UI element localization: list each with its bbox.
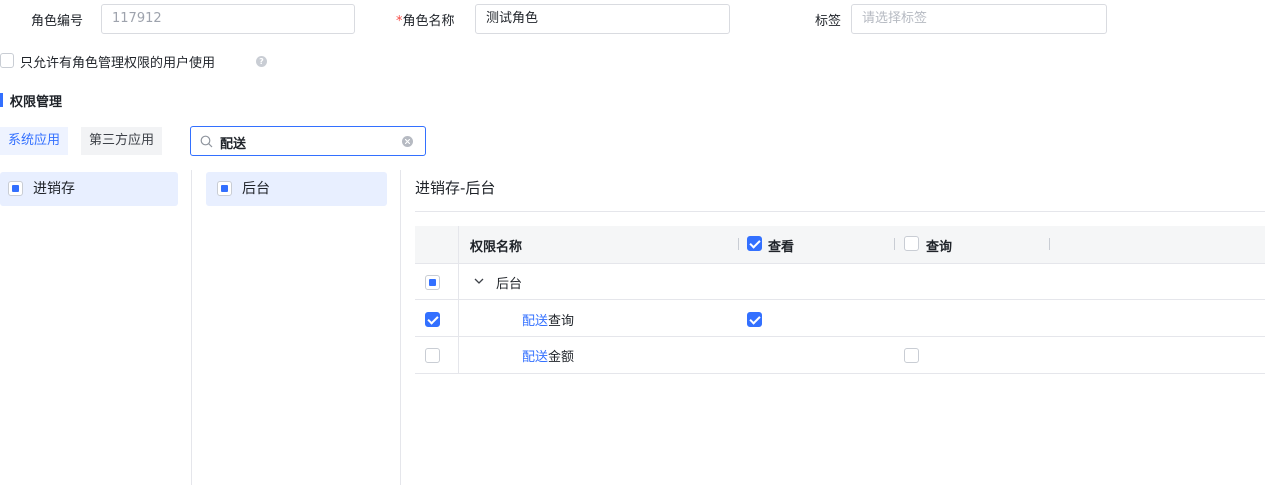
row-checkbox[interactable]	[425, 312, 440, 327]
tab-third-party-apps[interactable]: 第三方应用	[81, 127, 163, 155]
help-icon[interactable]: ?	[256, 56, 267, 67]
search-icon	[200, 135, 213, 148]
row-divider	[415, 373, 1265, 374]
column-divider-1	[191, 170, 192, 485]
role-name-input[interactable]: 测试角色	[475, 4, 730, 34]
search-highlight: 配送	[522, 350, 549, 365]
group-row-checkbox[interactable]	[425, 275, 440, 290]
panel-title-divider	[415, 211, 1265, 212]
column-header-query: 查询	[926, 240, 953, 255]
row-checkbox[interactable]	[425, 348, 440, 363]
module-item-label: 后台	[242, 181, 270, 197]
group-row-label: 后台	[496, 277, 523, 292]
row-divider	[415, 336, 1265, 337]
role-id-field: 117912	[101, 4, 355, 34]
tab-system-apps[interactable]: 系统应用	[0, 127, 69, 155]
permission-name-rest: 查询	[548, 314, 575, 329]
app-item-label: 进销存	[33, 181, 75, 197]
header-separator	[1049, 238, 1050, 250]
module-item-checkbox[interactable]	[217, 181, 232, 196]
role-name-label-text: 角色名称	[402, 14, 455, 29]
clear-icon[interactable]	[402, 136, 413, 147]
permission-name: 配送查询	[522, 310, 574, 329]
row-divider	[415, 299, 1265, 300]
permission-search-box[interactable]: 配送	[190, 126, 426, 156]
view-permission-checkbox[interactable]	[747, 312, 762, 327]
permission-name-rest: 金额	[548, 350, 575, 365]
column-view-checkbox[interactable]	[747, 236, 762, 251]
column-divider-2	[400, 170, 401, 485]
module-item[interactable]: 后台	[206, 172, 387, 206]
row-divider	[415, 263, 1265, 264]
table-checkbox-column-divider	[458, 226, 459, 374]
column-header-view: 查看	[768, 240, 795, 255]
search-input[interactable]: 配送	[220, 133, 246, 152]
section-title-bar	[0, 93, 3, 107]
column-query-checkbox[interactable]	[904, 236, 919, 251]
section-title: 权限管理	[10, 95, 63, 110]
tag-select[interactable]: 请选择标签	[851, 4, 1107, 34]
search-highlight: 配送	[522, 314, 549, 329]
header-separator	[738, 238, 739, 250]
role-id-label: 角色编号	[31, 14, 84, 29]
chevron-down-icon[interactable]	[474, 277, 484, 285]
tag-label: 标签	[815, 14, 842, 29]
panel-title: 进销存-后台	[415, 179, 496, 197]
app-item-checkbox[interactable]	[8, 181, 23, 196]
restrict-label: 只允许有角色管理权限的用户使用	[20, 56, 216, 71]
app-item[interactable]: 进销存	[0, 172, 178, 206]
role-name-label: *角色名称	[396, 10, 455, 29]
header-separator	[894, 238, 895, 250]
permission-table-header	[415, 226, 1265, 263]
restrict-checkbox[interactable]	[0, 53, 14, 68]
column-header-name: 权限名称	[470, 240, 523, 255]
query-permission-checkbox[interactable]	[904, 348, 919, 363]
permission-name: 配送金额	[522, 346, 574, 365]
